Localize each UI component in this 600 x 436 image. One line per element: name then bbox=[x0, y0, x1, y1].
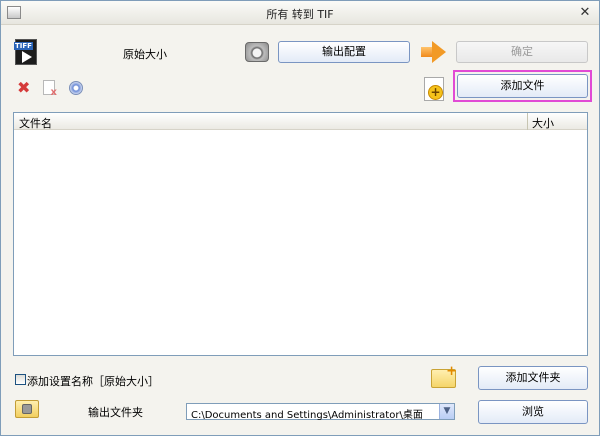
tiff-format-icon: TIFF bbox=[14, 39, 37, 65]
ok-button[interactable]: 确定 bbox=[456, 41, 588, 63]
output-config-button[interactable]: 输出配置 bbox=[278, 41, 410, 63]
add-folder-button[interactable]: 添加文件夹 bbox=[478, 366, 588, 390]
close-button[interactable]: ✕ bbox=[577, 5, 593, 21]
add-setting-checkbox[interactable] bbox=[15, 374, 26, 385]
file-list[interactable]: 文件名 大小 bbox=[13, 112, 588, 356]
delete-icon[interactable]: ✖ bbox=[17, 80, 31, 96]
browse-button[interactable]: 浏览 bbox=[478, 400, 588, 424]
list-header: 文件名 大小 bbox=[14, 113, 587, 130]
add-file-button[interactable]: 添加文件 bbox=[457, 74, 588, 98]
add-file-icon[interactable]: + bbox=[424, 77, 444, 101]
add-setting-label: 添加设置名称［原始大小］ bbox=[27, 375, 159, 388]
preset-label: 原始大小 bbox=[123, 48, 167, 61]
convert-dialog: 所有 转到 TIF ✕ TIFF 原始大小 输出配置 确定 ✖ x + 添加文件… bbox=[0, 0, 600, 436]
add-folder-icon[interactable]: + bbox=[431, 364, 457, 388]
folder-icon bbox=[15, 400, 39, 418]
output-path-select[interactable]: C:\Documents and Settings\Administrator\… bbox=[186, 403, 455, 421]
tiff-tag: TIFF bbox=[14, 42, 33, 50]
output-folder-label: 输出文件夹 bbox=[88, 406, 143, 419]
output-config-icon[interactable] bbox=[245, 42, 269, 62]
media-icon[interactable] bbox=[69, 81, 83, 95]
arrow-right-icon bbox=[421, 41, 447, 63]
column-filename[interactable]: 文件名 bbox=[19, 115, 52, 131]
chevron-down-icon[interactable]: ▼ bbox=[439, 404, 454, 419]
title-bar[interactable]: 所有 转到 TIF ✕ bbox=[1, 1, 599, 25]
remove-page-icon[interactable]: x bbox=[43, 80, 57, 98]
column-size[interactable]: 大小 bbox=[532, 115, 554, 131]
output-path-value: C:\Documents and Settings\Administrator\… bbox=[191, 410, 423, 421]
window-title: 所有 转到 TIF bbox=[266, 8, 334, 21]
